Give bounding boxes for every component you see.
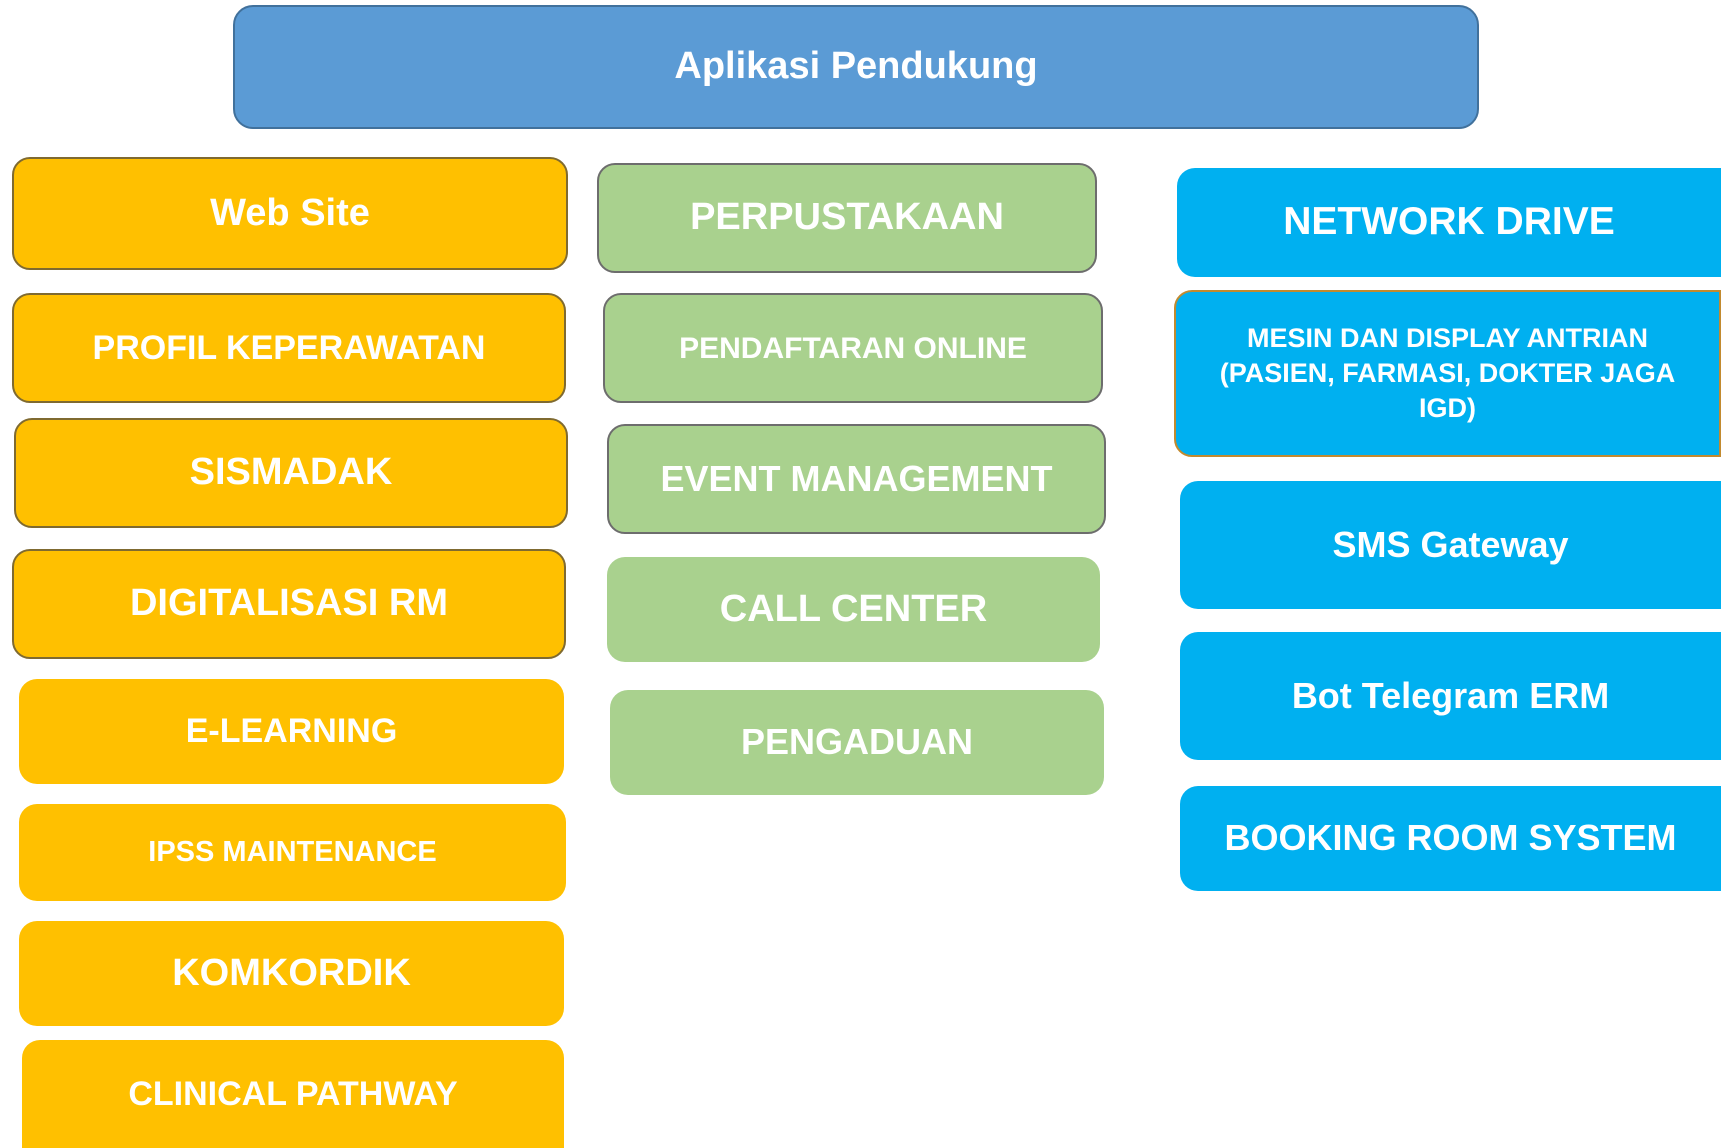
box-label: EVENT MANAGEMENT [660, 457, 1053, 499]
box-ipss-maintenance: IPSS MAINTENANCE [19, 804, 566, 901]
box-perpustakaan: PERPUSTAKAAN [597, 163, 1097, 273]
box-label: MESIN DAN DISPLAY ANTRIAN (PASIEN, FARMA… [1219, 322, 1676, 424]
box-network-drive: NETWORK DRIVE [1177, 168, 1721, 277]
box-bot-telegram-erm: Bot Telegram ERM [1180, 632, 1721, 760]
box-sismadak: SISMADAK [14, 418, 568, 528]
box-label: Web Site [210, 191, 370, 234]
box-komkordik: KOMKORDIK [19, 921, 564, 1026]
box-mesin-display-antrian: MESIN DAN DISPLAY ANTRIAN (PASIEN, FARMA… [1174, 290, 1721, 457]
header-title: Aplikasi Pendukung [674, 45, 1038, 88]
box-pengaduan: PENGADUAN [610, 690, 1104, 795]
box-web-site: Web Site [12, 157, 568, 270]
box-event-management: EVENT MANAGEMENT [607, 424, 1106, 534]
box-call-center: CALL CENTER [607, 557, 1100, 662]
box-clinical-pathway: CLINICAL PATHWAY [22, 1040, 564, 1148]
box-label: KOMKORDIK [172, 951, 411, 994]
box-booking-room-system: BOOKING ROOM SYSTEM [1180, 786, 1721, 891]
box-label: IPSS MAINTENANCE [148, 835, 437, 868]
header-box: Aplikasi Pendukung [233, 5, 1479, 129]
box-label: E-LEARNING [185, 712, 398, 751]
box-label: SISMADAK [189, 451, 393, 494]
box-label: PENGADUAN [740, 721, 973, 763]
box-label: CLINICAL PATHWAY [128, 1074, 458, 1113]
box-label: PERPUSTAKAAN [690, 196, 1004, 239]
box-label: NETWORK DRIVE [1283, 200, 1615, 244]
box-profil-keperawatan: PROFIL KEPERAWATAN [12, 293, 566, 403]
box-label: CALL CENTER [719, 587, 988, 630]
box-label: SMS Gateway [1332, 523, 1569, 565]
box-label: BOOKING ROOM SYSTEM [1224, 817, 1677, 859]
box-pendaftaran-online: PENDAFTARAN ONLINE [603, 293, 1103, 403]
box-label: Bot Telegram ERM [1291, 674, 1610, 716]
box-e-learning: E-LEARNING [19, 679, 564, 784]
box-sms-gateway: SMS Gateway [1180, 481, 1721, 609]
box-label: DIGITALISASI RM [129, 582, 449, 625]
box-label: PROFIL KEPERAWATAN [92, 328, 486, 367]
box-digitalisasi-rm: DIGITALISASI RM [12, 549, 566, 659]
box-label: PENDAFTARAN ONLINE [679, 331, 1027, 365]
